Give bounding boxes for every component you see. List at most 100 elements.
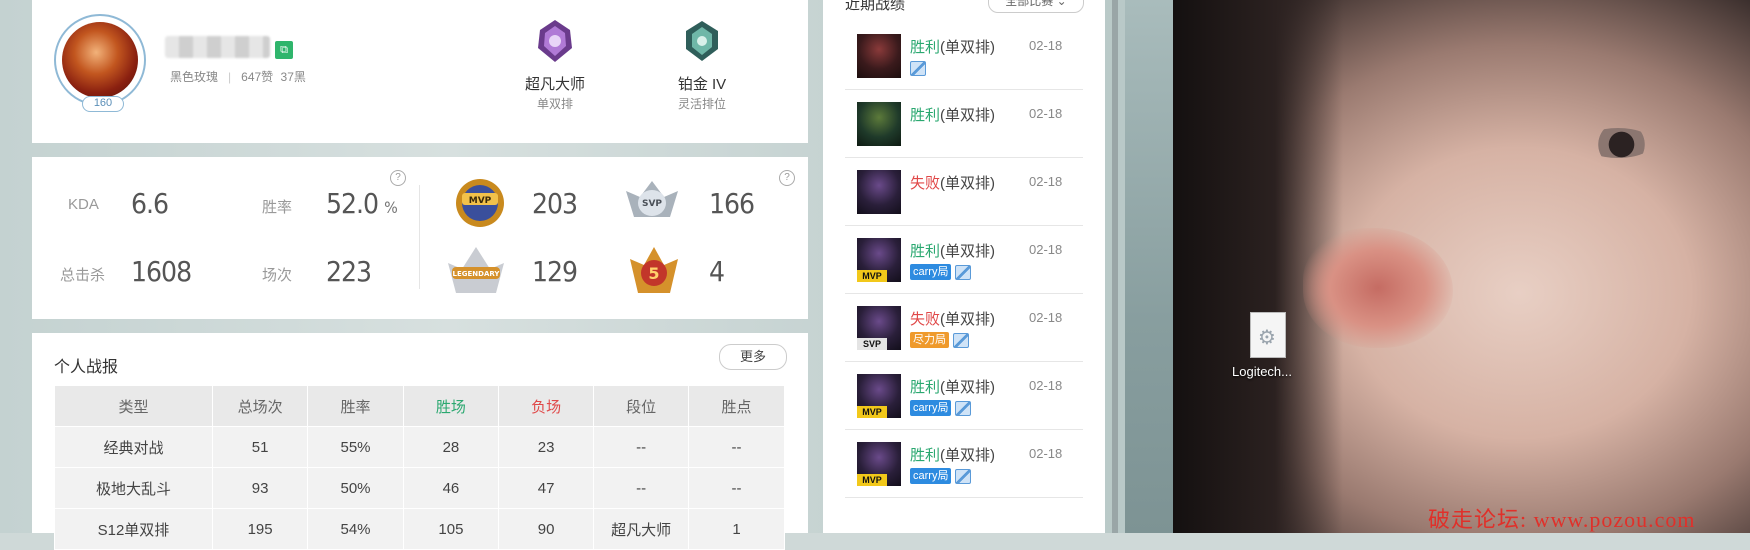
- champion-icon: [857, 170, 901, 214]
- match-result: 失败(单双排): [910, 172, 995, 193]
- pentakill-badge-icon: 5: [630, 247, 678, 293]
- champion-icon: MVP: [857, 238, 901, 282]
- games-value: 223: [326, 255, 372, 288]
- match-outcome: 胜利: [910, 243, 941, 260]
- match-outcome: 失败: [910, 175, 941, 192]
- table-row[interactable]: 经典对战 51 55% 28 23 -- --: [54, 426, 785, 468]
- match-row[interactable]: SVP 失败(单双排) 02-18 尽力局: [845, 294, 1083, 362]
- summoner-name-blurred: [165, 36, 270, 58]
- desktop-file-label[interactable]: Logitech...: [1232, 364, 1292, 379]
- recent-title: 近期战绩: [845, 0, 906, 13]
- desktop-wallpaper-strip: [1125, 0, 1173, 533]
- winrate-unit: %: [384, 198, 398, 217]
- rank-flex-name: 铂金 IV: [677, 76, 727, 93]
- likes-count: 647赞: [241, 70, 274, 84]
- cell-winrate: 55%: [307, 426, 404, 468]
- match-result: 胜利(单双排): [910, 240, 995, 261]
- cell-type: 经典对战: [54, 426, 213, 468]
- svp-badge: SVP: [857, 338, 887, 350]
- dislikes-count: 37黑: [280, 70, 306, 84]
- stats-card: ? ? KDA 6.6 胜率 52.0% 总击杀 1608 场次 223 MVP…: [32, 157, 808, 319]
- match-tags: carry局: [910, 400, 972, 416]
- match-date: 02-18: [1029, 242, 1063, 257]
- cell-total: 93: [211, 467, 309, 509]
- mvp-badge: MVP: [857, 406, 887, 418]
- match-date: 02-18: [1029, 38, 1063, 53]
- match-queue: (单双排): [940, 39, 996, 56]
- performance-tag: carry局: [910, 400, 952, 416]
- image-icon[interactable]: [955, 265, 972, 280]
- badges-help-icon[interactable]: ?: [779, 170, 795, 186]
- kills-label: 总击杀: [60, 267, 106, 284]
- level-badge: 160: [82, 96, 124, 112]
- cell-rank: 超凡大师: [593, 508, 690, 550]
- svg-text:SVP: SVP: [642, 199, 662, 209]
- mvp-badge: MVP: [857, 474, 887, 486]
- table-row[interactable]: S12单双排 195 54% 105 90 超凡大师 1: [54, 508, 785, 550]
- match-outcome: 胜利: [910, 447, 941, 464]
- rank-solo-queue: 单双排: [536, 97, 573, 111]
- report-table: 类型 总场次 胜率 胜场 负场 段位 胜点 经典对战 51 55% 28 23 …: [54, 385, 785, 550]
- rank-solo[interactable]: 超凡大师 单双排: [495, 18, 615, 112]
- cell-lp: --: [688, 426, 785, 468]
- performance-tag: carry局: [910, 264, 952, 280]
- avatar-image: [62, 22, 138, 98]
- copy-icon[interactable]: ⧉: [275, 41, 293, 59]
- header-total: 总场次: [211, 385, 309, 427]
- match-date: 02-18: [1029, 446, 1063, 461]
- cell-rank: --: [593, 426, 690, 468]
- kda-value: 6.6: [131, 187, 169, 220]
- mvp-count: 203: [532, 187, 578, 220]
- match-row[interactable]: 失败(单双排) 02-18: [845, 158, 1083, 226]
- match-filter-dropdown[interactable]: 全部比赛 ⌄: [988, 0, 1084, 13]
- desktop-wallpaper-photo: [1173, 0, 1750, 533]
- table-row[interactable]: 极地大乱斗 93 50% 46 47 -- --: [54, 467, 785, 509]
- recent-matches-panel: 近期战绩 全部比赛 ⌄ 胜利(单双排) 02-18 胜利(单双排) 02-18 失败(单…: [823, 0, 1105, 533]
- avatar[interactable]: 160: [54, 14, 146, 112]
- match-queue: (单双排): [940, 243, 996, 260]
- server-name: 黑色玫瑰: [170, 70, 219, 84]
- image-icon[interactable]: [953, 333, 969, 348]
- cell-wins: 28: [402, 426, 500, 468]
- header-type: 类型: [54, 385, 213, 427]
- image-icon[interactable]: [955, 469, 972, 484]
- stats-help-icon[interactable]: ?: [390, 170, 406, 186]
- legendary-badge-icon: LEGENDARY: [448, 247, 504, 293]
- rank-flex[interactable]: 铂金 IV 灵活排位: [642, 18, 762, 112]
- winrate-value: 52.0%: [326, 187, 398, 220]
- image-icon[interactable]: [955, 401, 972, 416]
- desktop-file-icon[interactable]: ⚙: [1250, 312, 1286, 358]
- rank-solo-name: 超凡大师: [524, 76, 585, 93]
- watermark-text: 破走论坛: www.pozou.com: [1428, 507, 1696, 532]
- match-outcome: 胜利: [910, 39, 941, 56]
- match-tags: 尽力局: [910, 332, 969, 348]
- image-icon[interactable]: [910, 61, 926, 76]
- svp-count: 166: [709, 187, 755, 220]
- personal-report-card: 个人战报 更多 类型 总场次 胜率 胜场 负场 段位 胜点 经典对战 51 55…: [32, 333, 808, 550]
- stats-divider: [419, 185, 420, 289]
- more-button[interactable]: 更多: [719, 344, 787, 370]
- match-row[interactable]: 胜利(单双排) 02-18: [845, 22, 1083, 90]
- cell-type: 极地大乱斗: [54, 467, 213, 509]
- match-row[interactable]: MVP 胜利(单双排) 02-18 carry局: [845, 362, 1083, 430]
- match-outcome: 胜利: [910, 107, 941, 124]
- wallpaper-lips: [1303, 228, 1453, 348]
- profile-meta: 黑色玫瑰 | 647赞 37黑: [170, 70, 306, 84]
- match-date: 02-18: [1029, 174, 1063, 189]
- match-queue: (单双排): [940, 107, 996, 124]
- match-outcome: 失败: [910, 311, 941, 328]
- mvp-badge: MVP: [857, 270, 887, 282]
- mvp-badge-icon: MVP: [456, 179, 504, 227]
- match-result: 胜利(单双排): [910, 376, 995, 397]
- match-row[interactable]: MVP 胜利(单双排) 02-18 carry局: [845, 430, 1083, 498]
- profile-card: 160 ⧉ 黑色玫瑰 | 647赞 37黑 超凡大师 单双排 铂金 IV 灵活排位: [32, 0, 808, 143]
- scrollbar-thumb[interactable]: [1112, 0, 1118, 533]
- cell-wins: 46: [402, 467, 500, 509]
- match-queue: (单双排): [940, 379, 996, 396]
- match-row[interactable]: 胜利(单双排) 02-18: [845, 90, 1083, 158]
- gear-icon: ⚙: [1258, 327, 1276, 349]
- match-row[interactable]: MVP 胜利(单双排) 02-18 carry局: [845, 226, 1083, 294]
- cell-losses: 23: [498, 426, 595, 468]
- match-queue: (单双排): [940, 175, 996, 192]
- cell-total: 195: [211, 508, 309, 550]
